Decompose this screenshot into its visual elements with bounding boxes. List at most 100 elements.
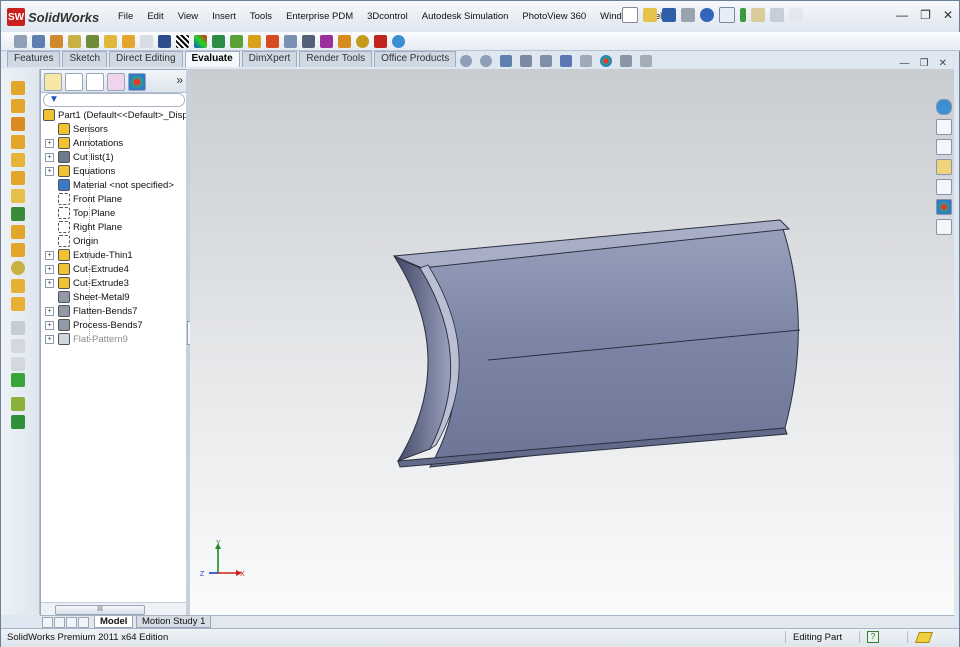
tree-item-cut-extrude3[interactable]: Cut-Extrude3 (58, 276, 129, 290)
view-orientation-icon[interactable] (540, 55, 552, 67)
geometry-analysis-icon[interactable] (122, 34, 135, 48)
chamfer-icon[interactable] (11, 225, 25, 239)
more-tabs-button[interactable]: » (176, 73, 183, 87)
options-icon[interactable] (770, 8, 784, 22)
expand-toggle-icon[interactable]: + (45, 265, 54, 274)
rebuild-icon[interactable] (740, 8, 746, 22)
swept-boss-icon[interactable] (11, 117, 25, 131)
scrollbar-thumb[interactable]: III (55, 605, 145, 615)
display-style-icon[interactable] (560, 55, 572, 67)
menu-insert[interactable]: Insert (205, 11, 243, 22)
home-icon[interactable] (936, 119, 952, 135)
shell-icon[interactable] (11, 261, 25, 275)
quick-tips-icon[interactable]: ? (867, 631, 879, 643)
tree-item-flat-pattern9[interactable]: Flat-Pattern9 (58, 332, 128, 346)
tree-item-annotations[interactable]: Annotations (58, 136, 123, 150)
tree-item-extrude-thin1[interactable]: Extrude-Thin1 (58, 248, 133, 262)
menu-3dcontrol[interactable]: 3Dcontrol (360, 11, 415, 22)
deviation-analysis-icon[interactable] (158, 34, 171, 48)
expand-toggle-icon[interactable]: + (45, 139, 54, 148)
apply-scene-icon[interactable] (620, 55, 632, 67)
dimxpert-manager-tab-icon[interactable] (107, 73, 125, 91)
next-tab-icon[interactable] (66, 617, 77, 628)
tab-office-products[interactable]: Office Products (374, 51, 457, 67)
save-icon[interactable] (662, 8, 676, 22)
tree-item-front-plane[interactable]: Front Plane (58, 192, 122, 206)
menu-autodesk-simulation[interactable]: Autodesk Simulation (415, 11, 516, 22)
check-icon[interactable] (104, 34, 117, 48)
tree-item-origin[interactable]: Origin (58, 234, 98, 248)
expand-toggle-icon[interactable]: + (45, 153, 54, 162)
appearances-icon[interactable] (936, 199, 952, 215)
close-icon[interactable]: ✕ (943, 8, 953, 22)
last-tab-icon[interactable] (78, 617, 89, 628)
tab-render-tools[interactable]: Render Tools (299, 51, 373, 67)
view-palette-icon[interactable] (936, 179, 952, 195)
design-library-icon[interactable] (936, 139, 952, 155)
sensor-icon[interactable] (68, 34, 81, 48)
previous-tab-icon[interactable] (54, 617, 65, 628)
first-tab-icon[interactable] (42, 617, 53, 628)
draft-analysis-icon[interactable] (212, 34, 225, 48)
reference-geometry-icon[interactable] (11, 397, 25, 411)
part-model[interactable] (190, 69, 954, 615)
zebra-stripes-icon[interactable] (176, 34, 189, 48)
tab-model[interactable]: Model (94, 616, 134, 628)
rib-icon[interactable] (11, 243, 25, 257)
tree-item-sheet-metal9[interactable]: Sheet-Metal9 (58, 290, 130, 304)
tree-item-flatten-bends7[interactable]: Flatten-Bends7 (58, 304, 137, 318)
expand-toggle-icon[interactable]: + (45, 335, 54, 344)
thickness-analysis-icon[interactable] (266, 34, 279, 48)
zoom-to-fit-icon[interactable] (460, 55, 472, 67)
fillet-icon[interactable] (11, 207, 25, 221)
section-properties-icon[interactable] (50, 34, 63, 48)
tab-sketch[interactable]: Sketch (62, 51, 108, 67)
open-folder-icon[interactable] (643, 8, 657, 22)
tab-dimxpert[interactable]: DimXpert (241, 51, 298, 67)
configuration-manager-tab-icon[interactable] (86, 73, 104, 91)
app-logo[interactable]: SW SolidWorks (7, 7, 101, 27)
select-pointer-icon[interactable] (719, 7, 735, 23)
tree-item-cut-list-1[interactable]: Cut list(1) (58, 150, 114, 164)
file-explorer-icon[interactable] (936, 159, 952, 175)
tree-item-top-plane[interactable]: Top Plane (58, 206, 115, 220)
new-document-icon[interactable] (622, 7, 638, 23)
menu-file[interactable]: File (111, 11, 140, 22)
viewport-minimize-icon[interactable]: — (900, 58, 910, 69)
undo-icon[interactable] (700, 8, 714, 22)
tab-features[interactable]: Features (7, 51, 61, 67)
tree-item-equations[interactable]: Equations (58, 164, 115, 178)
extruded-cut-icon[interactable] (11, 153, 25, 167)
menu-edit[interactable]: Edit (140, 11, 170, 22)
wrap-icon[interactable] (11, 297, 25, 311)
measure-icon[interactable] (14, 34, 27, 48)
tree-filter-input[interactable]: ▼ (43, 93, 185, 107)
menu-photoview-360[interactable]: PhotoView 360 (515, 11, 593, 22)
tab-evaluate[interactable]: Evaluate (184, 51, 240, 67)
parting-line-icon[interactable] (248, 34, 261, 48)
menu-enterprise-pdm[interactable]: Enterprise PDM (279, 11, 360, 22)
revolved-boss-icon[interactable] (11, 99, 25, 113)
expand-toggle-icon[interactable]: + (45, 307, 54, 316)
floxpress-icon[interactable] (338, 34, 351, 48)
driveworksxpress-icon[interactable] (374, 34, 387, 48)
section-view-icon[interactable] (520, 55, 532, 67)
custom-properties-icon[interactable] (936, 219, 952, 235)
lofted-boss-icon[interactable] (11, 135, 25, 149)
viewport-restore-icon[interactable]: ❐ (920, 58, 929, 69)
tab-direct-editing[interactable]: Direct Editing (109, 51, 183, 67)
print-icon[interactable] (681, 8, 695, 22)
display-manager-tab-icon[interactable] (128, 73, 146, 91)
tree-item-right-plane[interactable]: Right Plane (58, 220, 122, 234)
tab-motion-study[interactable]: Motion Study 1 (136, 616, 212, 628)
restore-icon[interactable]: ❐ (920, 8, 931, 22)
expand-toggle-icon[interactable]: + (45, 321, 54, 330)
hide-show-items-icon[interactable] (580, 55, 592, 67)
view-settings-icon[interactable] (640, 55, 652, 67)
sustainability-icon[interactable] (392, 34, 405, 48)
edit-appearance-icon[interactable] (600, 55, 612, 67)
tags-icon[interactable] (914, 632, 934, 643)
draft-icon[interactable] (11, 279, 25, 293)
feature-manager-tab-icon[interactable] (44, 73, 62, 91)
file-properties-icon[interactable] (751, 8, 765, 22)
